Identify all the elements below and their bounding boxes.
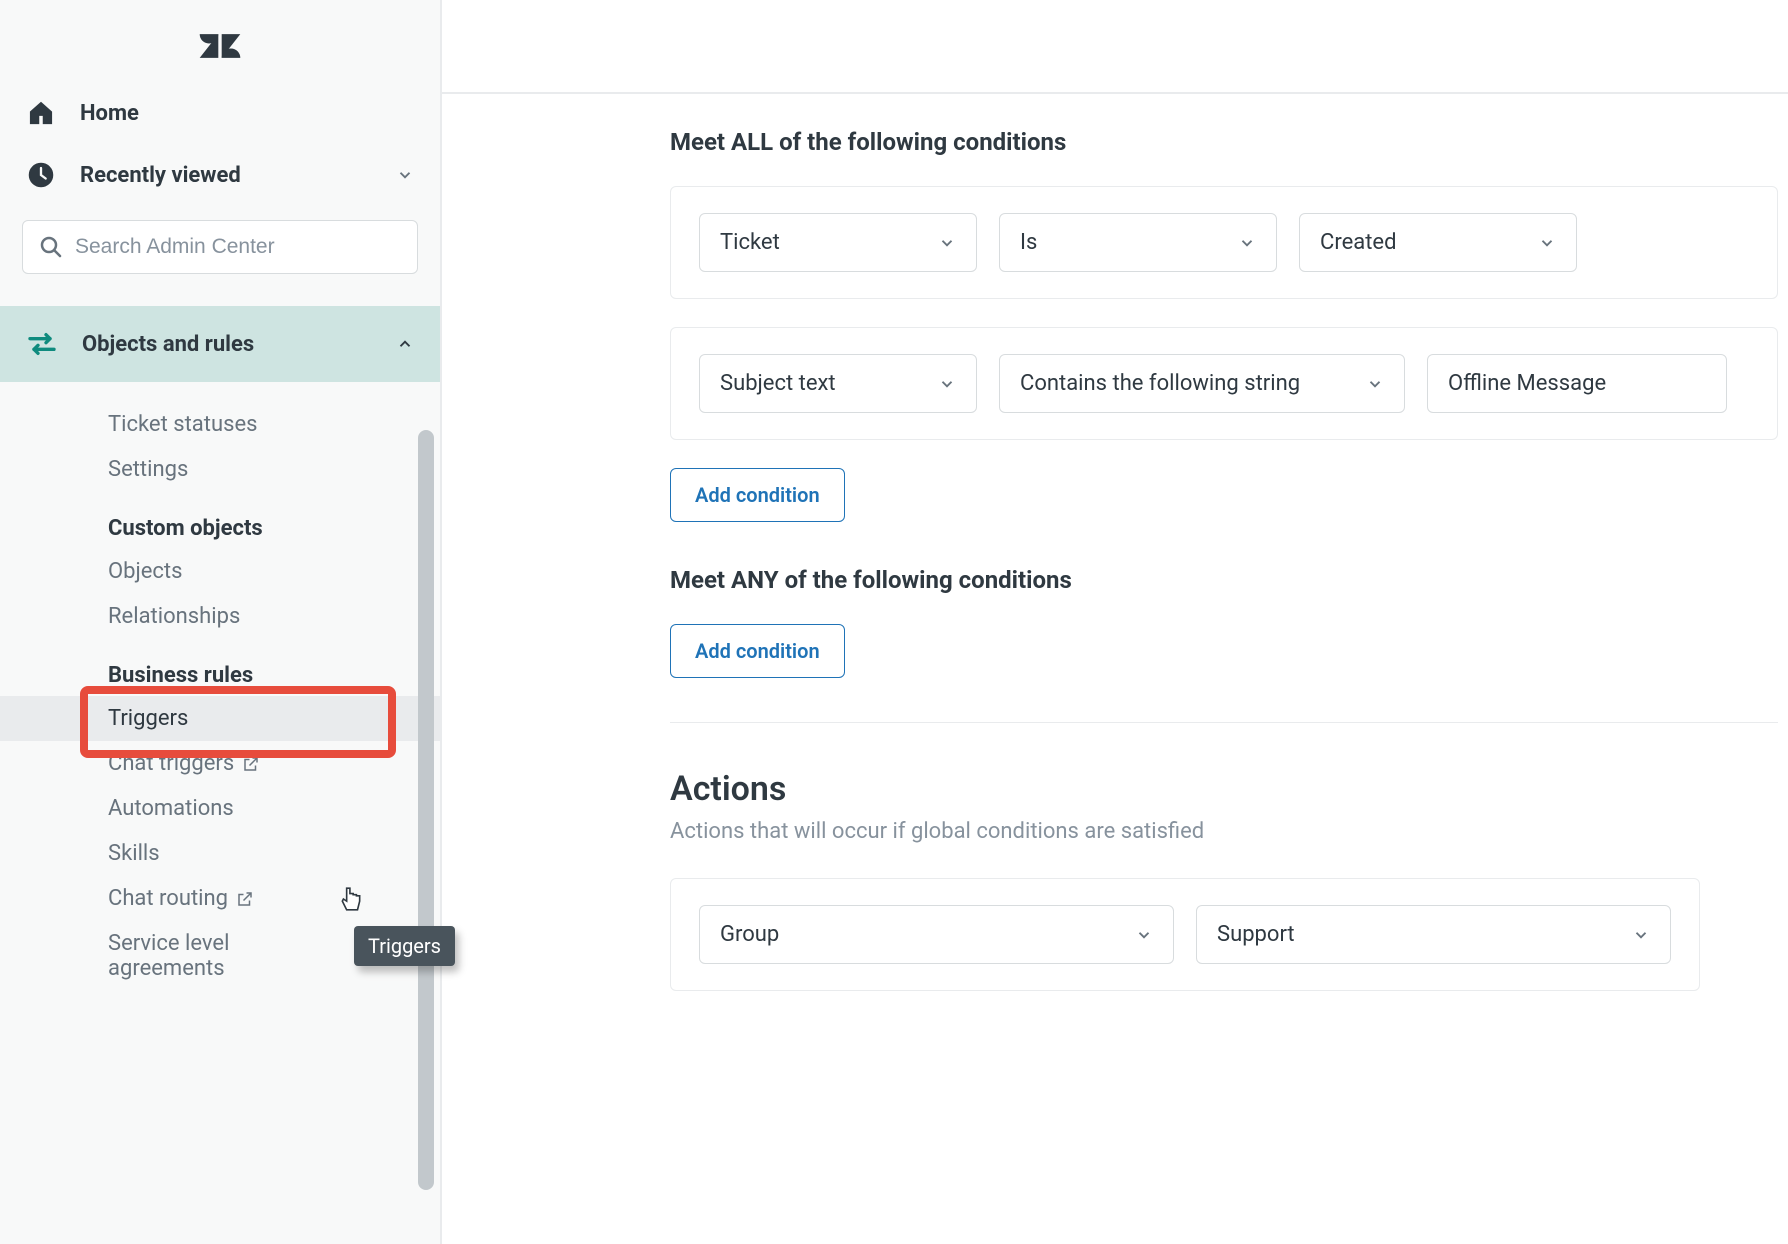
condition-row: Ticket Is Created	[699, 213, 1749, 272]
subnav-ticket-statuses[interactable]: Ticket statuses	[0, 402, 440, 447]
conditions-divider	[670, 722, 1778, 723]
nav-home-label: Home	[80, 101, 139, 126]
actions-heading: Actions	[670, 769, 1788, 809]
chevron-down-icon	[1366, 375, 1384, 393]
condition-card-all-2: Subject text Contains the following stri…	[670, 327, 1778, 440]
action-row: Group Support	[699, 905, 1671, 964]
meet-all-title: Meet ALL of the following conditions	[670, 128, 1788, 156]
sidebar-scrollbar[interactable]	[418, 430, 434, 1190]
subnav-chat-routing[interactable]: Chat routing	[0, 876, 440, 921]
home-icon	[26, 98, 56, 128]
condition-operator-select[interactable]: Is	[999, 213, 1277, 272]
logo-wrap	[0, 0, 440, 82]
chevron-down-icon	[1238, 234, 1256, 252]
nav-recently-viewed-label: Recently viewed	[80, 163, 241, 188]
condition-operator-select[interactable]: Contains the following string	[999, 354, 1405, 413]
subnav-relationships[interactable]: Relationships	[0, 594, 440, 639]
actions-subheading: Actions that will occur if global condit…	[670, 819, 1788, 844]
main-content: Meet ALL of the following conditions Tic…	[442, 0, 1788, 1244]
subnav-chat-triggers-label: Chat triggers	[108, 751, 234, 776]
chevron-down-icon	[1632, 926, 1650, 944]
subnav-header-business-rules: Business rules	[0, 639, 440, 696]
chevron-down-icon	[396, 166, 414, 184]
condition-text-input[interactable]: Offline Message	[1427, 354, 1727, 413]
subnav-automations[interactable]: Automations	[0, 786, 440, 831]
objects-rules-icon	[26, 328, 58, 360]
subnav-skills[interactable]: Skills	[0, 831, 440, 876]
chevron-down-icon	[1135, 926, 1153, 944]
chevron-down-icon	[938, 234, 956, 252]
condition-card-all: Ticket Is Created	[670, 186, 1778, 299]
search-input[interactable]	[75, 235, 401, 259]
subnav: Ticket statuses Settings Custom objects …	[0, 382, 440, 1011]
text-input-value: Offline Message	[1448, 371, 1606, 396]
subnav-objects[interactable]: Objects	[0, 549, 440, 594]
cursor-pointer-icon	[340, 886, 362, 912]
action-value-select[interactable]: Support	[1196, 905, 1671, 964]
subnav-chat-routing-label: Chat routing	[108, 886, 228, 911]
nav-recently-viewed[interactable]: Recently viewed	[0, 144, 440, 206]
zendesk-logo-icon	[198, 24, 242, 68]
external-link-icon	[236, 890, 254, 908]
select-value: Is	[1020, 230, 1037, 255]
select-value: Support	[1217, 922, 1295, 947]
clock-icon	[26, 160, 56, 190]
chevron-down-icon	[1538, 234, 1556, 252]
subnav-triggers[interactable]: Triggers	[0, 696, 440, 741]
chevron-down-icon	[938, 375, 956, 393]
subnav-chat-triggers[interactable]: Chat triggers	[0, 741, 440, 786]
subnav-settings[interactable]: Settings	[0, 447, 440, 492]
select-value: Group	[720, 922, 779, 947]
search-icon	[39, 235, 63, 259]
select-value: Created	[1320, 230, 1396, 255]
select-value: Ticket	[720, 230, 780, 255]
condition-value-select[interactable]: Created	[1299, 213, 1577, 272]
condition-row: Subject text Contains the following stri…	[699, 354, 1749, 413]
section-label: Objects and rules	[82, 332, 372, 357]
action-card: Group Support	[670, 878, 1700, 991]
chevron-up-icon	[396, 335, 414, 353]
condition-field-select[interactable]: Ticket	[699, 213, 977, 272]
search-admin-center[interactable]	[22, 220, 418, 274]
condition-field-select[interactable]: Subject text	[699, 354, 977, 413]
meet-any-title: Meet ANY of the following conditions	[670, 566, 1788, 594]
select-value: Contains the following string	[1020, 371, 1300, 396]
nav-home[interactable]: Home	[0, 82, 440, 144]
external-link-icon	[242, 755, 260, 773]
select-value: Subject text	[720, 371, 836, 396]
sidebar-section-objects-and-rules[interactable]: Objects and rules	[0, 306, 440, 382]
add-condition-button[interactable]: Add condition	[670, 624, 845, 678]
subnav-header-custom-objects: Custom objects	[0, 492, 440, 549]
action-field-select[interactable]: Group	[699, 905, 1174, 964]
add-condition-button[interactable]: Add condition	[670, 468, 845, 522]
tooltip-triggers: Triggers	[354, 926, 455, 966]
sidebar: Home Recently viewed	[0, 0, 442, 1244]
